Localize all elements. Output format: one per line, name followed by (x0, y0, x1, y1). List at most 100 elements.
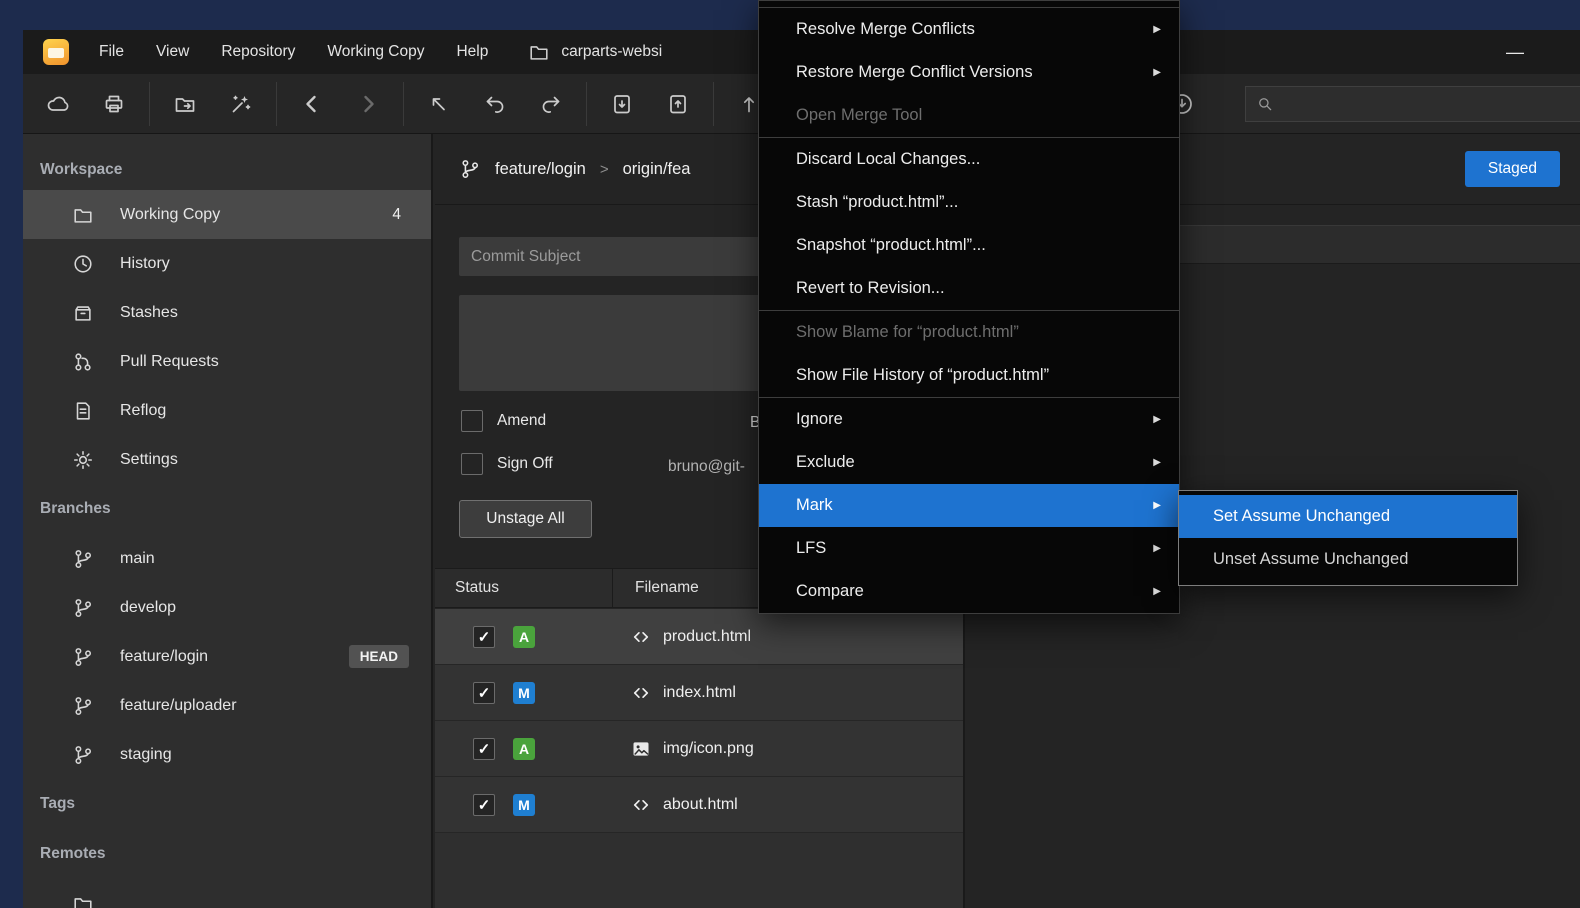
sidebar-item-branch-develop[interactable]: develop (23, 583, 431, 632)
forward-button[interactable] (340, 82, 396, 126)
sidebar-item-branch-staging[interactable]: staging (23, 730, 431, 779)
branch-label: feature/login (120, 648, 208, 666)
sidebar-section-tags: Tags (23, 779, 431, 829)
folder-icon (528, 41, 550, 63)
open-repo-button[interactable] (157, 82, 213, 126)
code-file-icon (631, 627, 651, 647)
toolbar-group-repo (149, 82, 276, 126)
menu-item-mark[interactable]: Mark (759, 484, 1179, 527)
redo-button[interactable] (523, 82, 579, 126)
file-checkbox[interactable] (473, 794, 495, 816)
menu-item-label: Set Assume Unchanged (1213, 507, 1390, 526)
signoff-checkbox[interactable] (461, 453, 483, 475)
undo-icon (483, 92, 507, 116)
sidebar-item-history[interactable]: History (23, 239, 431, 288)
amend-checkbox[interactable] (461, 410, 483, 432)
repo-name-label: carparts-websi (561, 43, 662, 61)
image-file-icon (631, 739, 651, 759)
stash-button[interactable] (594, 82, 650, 126)
menu-item-show-blame: Show Blame for “product.html” (759, 311, 1179, 354)
staged-button[interactable]: Staged (1465, 151, 1560, 187)
menu-item-label: Discard Local Changes... (796, 150, 980, 169)
chevron-right-icon (356, 92, 380, 116)
arrow-up-left-icon (427, 92, 451, 116)
sidebar-item-reflog[interactable]: Reflog (23, 386, 431, 435)
amend-row: Amend (461, 410, 546, 432)
repo-selector[interactable]: carparts-websi (528, 41, 662, 63)
sidebar-item-stashes[interactable]: Stashes (23, 288, 431, 337)
toolbar-group-history (403, 82, 586, 126)
section-label: Remotes (40, 845, 105, 863)
menu-item-label: Show Blame for “product.html” (796, 323, 1019, 342)
sidebar-item-pull-requests[interactable]: Pull Requests (23, 337, 431, 386)
sidebar-item-working-copy[interactable]: Working Copy 4 (23, 190, 431, 239)
sidebar-item-settings[interactable]: Settings (23, 435, 431, 484)
file-row-icon-png[interactable]: A img/icon.png (435, 721, 963, 777)
menu-item-resolve-merge-conflicts[interactable]: Resolve Merge Conflicts (759, 8, 1179, 51)
minimize-icon: — (1506, 42, 1524, 63)
menu-item-label: Resolve Merge Conflicts (796, 20, 975, 39)
back-button[interactable] (284, 82, 340, 126)
quick-actions-button[interactable] (213, 82, 269, 126)
magic-wand-icon (229, 92, 253, 116)
signoff-row: Sign Off (461, 453, 553, 475)
file-checkbox[interactable] (473, 682, 495, 704)
sidebar-item-branch-main[interactable]: main (23, 534, 431, 583)
search-input[interactable] (1282, 96, 1580, 113)
menu-item-label: Revert to Revision... (796, 279, 945, 298)
status-badge-added: A (513, 626, 535, 648)
tracking-branch-label: origin/fea (623, 160, 691, 179)
filename-label: index.html (663, 684, 736, 702)
menu-item-label: Stash “product.html”... (796, 193, 958, 212)
menu-item-ignore[interactable]: Ignore (759, 398, 1179, 441)
file-row-product[interactable]: A product.html (435, 609, 963, 665)
folder-icon (72, 893, 94, 908)
menu-help[interactable]: Help (440, 30, 504, 74)
menu-item-restore-merge-conflict-versions[interactable]: Restore Merge Conflict Versions (759, 51, 1179, 94)
branch-label: develop (120, 599, 176, 617)
menu-view[interactable]: View (140, 30, 205, 74)
file-row-about[interactable]: M about.html (435, 777, 963, 833)
file-checkbox[interactable] (473, 738, 495, 760)
column-divider[interactable] (612, 569, 613, 607)
menu-item-show-file-history[interactable]: Show File History of “product.html” (759, 354, 1179, 397)
sidebar-item-branch-feature-uploader[interactable]: feature/uploader (23, 681, 431, 730)
unstage-all-button[interactable]: Unstage All (459, 500, 592, 538)
current-branch-label: feature/login (495, 160, 586, 179)
menu-file[interactable]: File (83, 30, 140, 74)
filename-label: img/icon.png (663, 740, 754, 758)
stash-up-icon (666, 92, 690, 116)
menu-working-copy[interactable]: Working Copy (311, 30, 440, 74)
menu-item-label: Exclude (796, 453, 855, 472)
print-button[interactable] (86, 82, 142, 126)
sidebar-item-label: Pull Requests (120, 353, 219, 371)
undo-button[interactable] (467, 82, 523, 126)
sidebar-item-remote-partial[interactable] (23, 879, 431, 908)
menu-item-revert-to-revision[interactable]: Revert to Revision... (759, 267, 1179, 310)
menu-item-lfs[interactable]: LFS (759, 527, 1179, 570)
file-row-index[interactable]: M index.html (435, 665, 963, 721)
menu-item-stash-file[interactable]: Stash “product.html”... (759, 181, 1179, 224)
menu-repository[interactable]: Repository (205, 30, 311, 74)
menu-item-set-assume-unchanged[interactable]: Set Assume Unchanged (1179, 495, 1517, 538)
menu-item-label: Mark (796, 496, 833, 515)
menu-item-unset-assume-unchanged[interactable]: Unset Assume Unchanged (1179, 538, 1517, 581)
menu-item-compare[interactable]: Compare (759, 570, 1179, 613)
count-badge: 4 (392, 206, 401, 224)
menu-item-label: Unset Assume Unchanged (1213, 550, 1408, 569)
sidebar-item-branch-feature-login[interactable]: feature/login HEAD (23, 632, 431, 681)
menu-item-exclude[interactable]: Exclude (759, 441, 1179, 484)
file-checkbox[interactable] (473, 626, 495, 648)
sidebar: Workspace Working Copy 4 History Stashes… (23, 134, 433, 908)
minimize-button[interactable]: — (1490, 30, 1540, 74)
sidebar-item-label: Stashes (120, 304, 178, 322)
context-menu: Resolve Merge Conflicts Restore Merge Co… (758, 0, 1180, 614)
checkout-button[interactable] (411, 82, 467, 126)
folder-icon (72, 204, 94, 226)
menu-item-label: Ignore (796, 410, 843, 429)
fetch-button[interactable] (30, 82, 86, 126)
menu-item-discard-local-changes[interactable]: Discard Local Changes... (759, 138, 1179, 181)
pop-stash-button[interactable] (650, 82, 706, 126)
search-icon (1256, 95, 1274, 113)
menu-item-snapshot-file[interactable]: Snapshot “product.html”... (759, 224, 1179, 267)
